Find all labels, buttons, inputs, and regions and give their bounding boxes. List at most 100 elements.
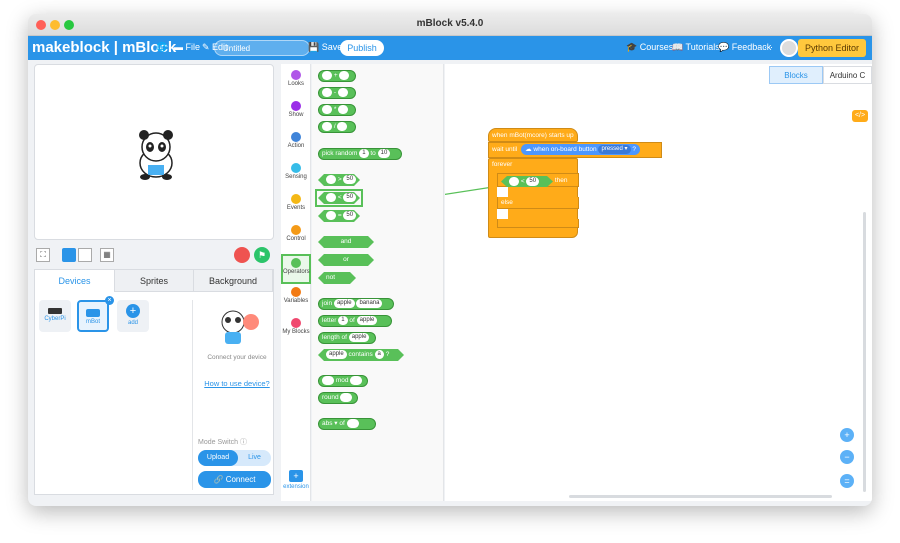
fullscreen-icon[interactable]: ⛶ <box>36 248 50 262</box>
courses-button[interactable]: 🎓 Courses <box>626 42 673 53</box>
globe-icon[interactable]: 🌐 <box>156 42 167 53</box>
horizontal-scrollbar[interactable] <box>569 495 832 498</box>
code-view-icon[interactable]: </> <box>852 110 868 122</box>
publish-button[interactable]: Publish <box>340 40 384 56</box>
less-than-block[interactable]: < 50 <box>318 192 360 204</box>
else-slot[interactable] <box>497 209 508 219</box>
round-block[interactable]: round <box>318 392 358 404</box>
zoom-in-icon[interactable]: + <box>840 428 854 442</box>
subtract-block[interactable]: - <box>318 87 356 99</box>
length-of-block[interactable]: length of apple <box>318 332 376 344</box>
grid-icon[interactable]: ▦ <box>100 248 114 262</box>
large-stage-icon[interactable] <box>62 248 76 262</box>
green-flag-icon[interactable]: ⚑ <box>254 247 270 263</box>
divider <box>192 300 193 490</box>
tab-background[interactable]: Background <box>194 270 273 292</box>
tab-blocks[interactable]: Blocks <box>769 66 823 84</box>
how-to-use-link[interactable]: How to use device? <box>201 379 273 388</box>
category-label: Looks <box>287 81 304 87</box>
zoom-out-icon[interactable]: − <box>840 450 854 464</box>
add-block[interactable]: + <box>318 70 356 82</box>
equals-block[interactable]: = 50 <box>318 210 360 222</box>
onboard-button-sensor[interactable]: ☁ when on-board button pressed ▾ ? <box>521 144 640 155</box>
extension-icon: + <box>289 470 303 482</box>
mode-toggle[interactable]: Upload Live <box>198 450 271 466</box>
then-slot[interactable] <box>497 187 508 197</box>
category-control[interactable]: Control <box>281 223 311 253</box>
category-show[interactable]: Show <box>281 99 311 129</box>
menu-bar: makeblock | mBlock 🌐 ▬ File ✎ Edit Untit… <box>28 36 872 60</box>
category-looks[interactable]: Looks <box>281 68 311 98</box>
divide-block[interactable]: / <box>318 121 356 133</box>
if-condition-block[interactable]: < 50 <box>501 176 553 187</box>
mod-block[interactable]: mod <box>318 375 368 387</box>
tab-sprites[interactable]: Sprites <box>115 270 194 292</box>
category-dot-icon <box>291 101 301 111</box>
category-label: Operators <box>283 269 310 275</box>
category-variables[interactable]: Variables <box>281 285 311 315</box>
category-label: Action <box>287 143 305 149</box>
connect-button[interactable]: 🔗 Connect <box>198 471 271 488</box>
category-dot-icon <box>291 194 301 204</box>
else-label: else <box>497 197 579 209</box>
tutorials-button[interactable]: 📖 Tutorials <box>672 42 720 53</box>
avatar[interactable] <box>780 39 798 57</box>
wait-until-block[interactable]: wait until ☁ when on-board button presse… <box>488 142 662 158</box>
panda-sprite[interactable] <box>35 65 275 241</box>
more-menu[interactable]: ··· <box>764 42 773 52</box>
category-events[interactable]: Events <box>281 192 311 222</box>
category-label: Variables <box>283 298 309 304</box>
device-panel: Devices Sprites Background CyberPi mBot … <box>34 269 274 495</box>
live-mode-button[interactable]: Live <box>238 450 271 466</box>
not-block[interactable]: not <box>318 272 356 284</box>
multiply-block[interactable]: * <box>318 104 356 116</box>
add-device-button[interactable]: + add <box>117 300 149 332</box>
greater-than-block[interactable]: > 50 <box>318 174 360 186</box>
panda-connect-illustration <box>221 310 259 344</box>
small-stage-icon[interactable] <box>78 248 92 262</box>
extension-button[interactable]: + extension <box>283 470 309 490</box>
category-label: Show <box>288 112 304 118</box>
contains-block[interactable]: apple contains a ? <box>318 349 404 361</box>
join-block[interactable]: join apple banana <box>318 298 394 310</box>
app-logo: makeblock | mBlock <box>32 39 177 56</box>
category-sensing[interactable]: Sensing <box>281 161 311 191</box>
category-dot-icon <box>291 225 301 235</box>
if-else-end <box>497 219 579 228</box>
stop-icon[interactable] <box>234 247 250 263</box>
or-block[interactable]: or <box>318 254 374 266</box>
category-label: Sensing <box>285 174 307 180</box>
category-dot-icon <box>291 258 301 268</box>
save-button[interactable]: 💾 Save <box>308 42 342 53</box>
category-dot-icon <box>291 287 301 297</box>
python-editor-button[interactable]: Python Editor <box>798 39 866 57</box>
file-menu[interactable]: ▬ File <box>174 42 200 52</box>
device-label: CyberPi <box>44 316 66 322</box>
category-my-blocks[interactable]: My Blocks <box>281 316 311 346</box>
device-mbot[interactable]: mBot <box>77 300 109 332</box>
hat-block[interactable]: when mBot(mcore) starts up <box>488 128 578 142</box>
abs-of-block[interactable]: abs ▾ of <box>318 418 376 430</box>
tab-devices[interactable]: Devices <box>35 270 115 292</box>
pick-random-block[interactable]: pick random 1 to 10 <box>318 148 402 160</box>
category-operators[interactable]: Operators <box>281 254 311 284</box>
upload-mode-button[interactable]: Upload <box>198 450 238 466</box>
zoom-reset-icon[interactable]: = <box>840 474 854 488</box>
remove-device-icon[interactable]: × <box>105 296 114 305</box>
project-name-input[interactable]: Untitled <box>214 40 310 56</box>
if-else-block[interactable]: < 50 then <box>497 173 579 187</box>
and-block[interactable]: and <box>318 236 374 248</box>
script-workspace[interactable]: when mBot(mcore) starts up wait until ☁ … <box>445 64 872 501</box>
block-palette: + - * / pick random 1 to 10 > 50 < 50 = … <box>312 64 444 501</box>
category-action[interactable]: Action <box>281 130 311 160</box>
mbot-icon <box>86 309 100 317</box>
stage-canvas[interactable] <box>34 64 274 240</box>
vertical-scrollbar[interactable] <box>863 212 866 492</box>
window-title: mBlock v5.4.0 <box>416 18 484 29</box>
category-dot-icon <box>291 163 301 173</box>
device-cyberpi[interactable]: CyberPi <box>39 300 71 332</box>
category-dot-icon <box>291 70 301 80</box>
tab-arduino-c[interactable]: Arduino C <box>823 66 872 84</box>
panel-tabs: Devices Sprites Background <box>35 270 273 292</box>
letter-of-block[interactable]: letter 1 of apple <box>318 315 392 327</box>
